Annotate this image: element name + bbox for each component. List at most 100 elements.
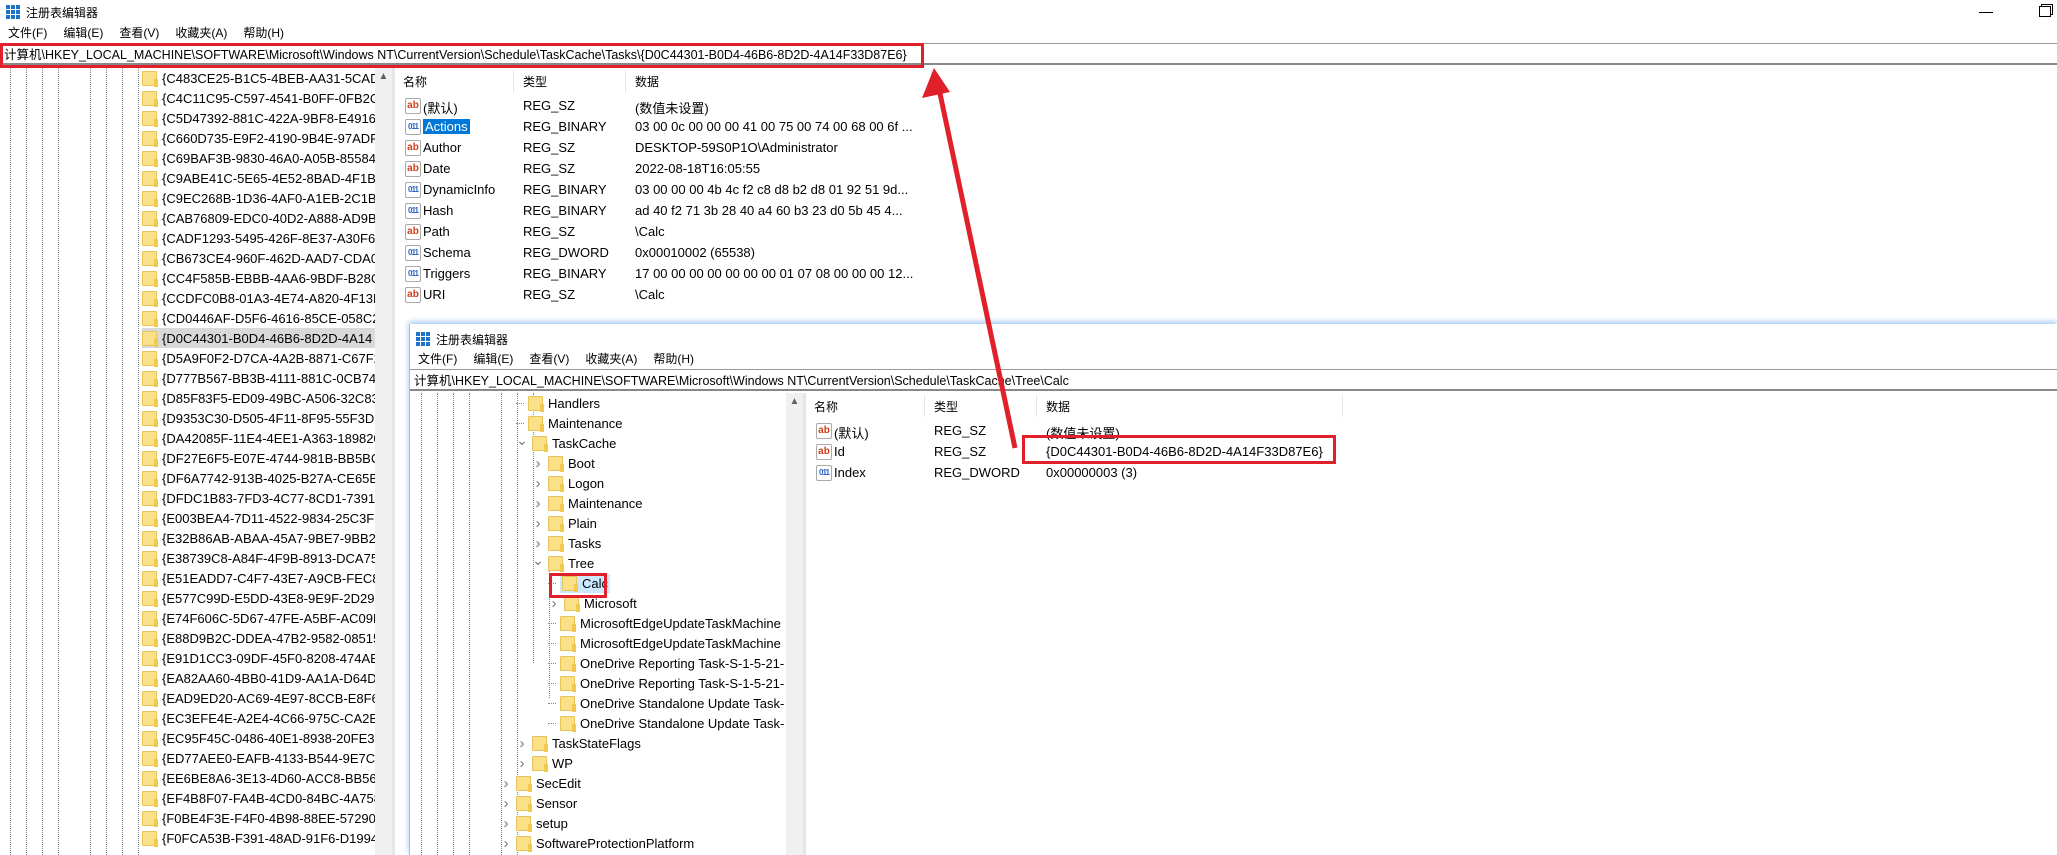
tree-item[interactable]: MicrosoftEdgeUpdateTaskMachine xyxy=(548,633,781,653)
tree-item[interactable]: {D9353C30-D505-4F11-8F95-55F3DI xyxy=(142,408,375,428)
column-data[interactable]: 数据 xyxy=(1046,398,1070,415)
tree-item[interactable]: {F0FCA53B-F391-48AD-91F6-D19948 xyxy=(142,828,375,848)
tree-item[interactable]: {CC4F585B-EBBB-4AA6-9BDF-B28C xyxy=(142,268,375,288)
tree-item[interactable]: {CADF1293-5495-426F-8E37-A30F69 xyxy=(142,228,375,248)
chevron-right-icon[interactable]: › xyxy=(516,755,528,772)
value-row[interactable]: 011 Actions REG_BINARY 03 00 0c 00 00 00 41… xyxy=(395,117,2057,138)
chevron-right-icon[interactable]: › xyxy=(532,475,544,492)
column-name[interactable]: 名称 xyxy=(814,398,838,415)
tree-item[interactable]: {C660D735-E9F2-4190-9B4E-97ADF xyxy=(142,128,375,148)
chevron-right-icon[interactable]: › xyxy=(532,495,544,512)
tree-item[interactable]: {E003BEA4-7D11-4522-9834-25C3F xyxy=(142,508,375,528)
tree-item[interactable]: › Plain xyxy=(532,513,597,533)
tree-item[interactable]: {E91D1CC3-09DF-45F0-8208-474AE xyxy=(142,648,375,668)
tree-item[interactable]: {D85F83F5-ED09-49BC-A506-32C83 xyxy=(142,388,375,408)
value-row[interactable]: ab (默认) REG_SZ (数值未设置) xyxy=(806,421,2057,442)
value-row[interactable]: 011 Schema REG_DWORD 0x00010002 (65538) xyxy=(395,243,2057,264)
tree-item[interactable]: › Logon xyxy=(532,473,604,493)
tree-item[interactable]: {CCDFC0B8-01A3-4E74-A820-4F13F xyxy=(142,288,375,308)
menu-favorites[interactable]: 收藏夹(A) xyxy=(167,24,235,41)
chevron-down-icon[interactable]: ⌄ xyxy=(516,432,528,449)
tree-item[interactable]: {E38739C8-A84F-4F9B-8913-DCA75 xyxy=(142,548,375,568)
tree-item[interactable]: Handlers xyxy=(516,393,600,413)
menu-file[interactable]: 文件(F) xyxy=(410,350,465,367)
tree-item[interactable]: › Boot xyxy=(532,453,595,473)
tree-item[interactable]: {EE6BE8A6-3E13-4D60-ACC8-BB56D xyxy=(142,768,375,788)
tree-item[interactable]: OneDrive Reporting Task-S-1-5-21- xyxy=(548,673,784,693)
value-row[interactable]: 011 Hash REG_BINARY ad 40 f2 71 3b 28 40 a4… xyxy=(395,201,2057,222)
tree-item[interactable]: {D0C44301-B0D4-46B6-8D2D-4A14 xyxy=(142,328,375,348)
chevron-right-icon[interactable]: › xyxy=(548,595,560,612)
chevron-right-icon[interactable]: › xyxy=(532,535,544,552)
column-type[interactable]: 类型 xyxy=(523,73,547,90)
tree-item[interactable]: ⌄ Tree xyxy=(532,552,594,573)
tree-item[interactable]: OneDrive Standalone Update Task- xyxy=(548,713,784,733)
value-row[interactable]: ab URI REG_SZ \Calc xyxy=(395,285,2057,306)
tree-item[interactable]: {C5D47392-881C-422A-9BF8-E4916 xyxy=(142,108,375,128)
chevron-right-icon[interactable]: › xyxy=(500,795,512,812)
tree-item[interactable]: {E51EADD7-C4F7-43E7-A9CB-FEC8E xyxy=(142,568,375,588)
chevron-right-icon[interactable]: › xyxy=(532,455,544,472)
tree-item[interactable]: {CB673CE4-960F-462D-AAD7-CDA0 xyxy=(142,248,375,268)
chevron-right-icon[interactable]: › xyxy=(532,515,544,532)
tree-item[interactable]: {EAD9ED20-AC69-4E97-8CCB-E8F62 xyxy=(142,688,375,708)
tree-item[interactable]: › TaskStateFlags xyxy=(516,733,641,753)
tree-item[interactable]: {D777B567-BB3B-4111-881C-0CB74 xyxy=(142,368,375,388)
tree-item[interactable]: {E88D9B2C-DDEA-47B2-9582-08515 xyxy=(142,628,375,648)
column-type[interactable]: 类型 xyxy=(934,398,958,415)
tree-item[interactable]: {CAB76809-EDC0-40D2-A888-AD9B xyxy=(142,208,375,228)
address-bar[interactable]: 计算机\HKEY_LOCAL_MACHINE\SOFTWARE\Microsof… xyxy=(0,43,2057,65)
address-bar[interactable]: 计算机\HKEY_LOCAL_MACHINE\SOFTWARE\Microsof… xyxy=(410,369,2057,391)
value-row[interactable]: ab Path REG_SZ \Calc xyxy=(395,222,2057,243)
value-row[interactable]: ab Id REG_SZ {D0C44301-B0D4-46B6-8D2D-4A14F… xyxy=(806,442,2057,463)
chevron-right-icon[interactable]: › xyxy=(500,815,512,832)
tree-item[interactable]: {C9EC268B-1D36-4AF0-A1EB-2C1BC xyxy=(142,188,375,208)
tree-item[interactable]: Calc xyxy=(548,573,611,593)
tree-item[interactable]: {EF4B8F07-FA4B-4CD0-84BC-4A758 xyxy=(142,788,375,808)
menu-edit[interactable]: 编辑(E) xyxy=(55,24,111,41)
tree-item[interactable]: {F0BE4F3E-F4F0-4B98-88EE-57290D xyxy=(142,808,375,828)
scroll-up-icon[interactable]: ▲ xyxy=(375,68,392,85)
column-data[interactable]: 数据 xyxy=(635,73,659,90)
tree-item[interactable]: › setup xyxy=(500,813,568,833)
chevron-right-icon[interactable]: › xyxy=(500,775,512,792)
tree-scrollbar[interactable]: ▲ xyxy=(786,393,803,855)
tree-item[interactable]: {E32B86AB-ABAA-45A7-9BE7-9BB2I xyxy=(142,528,375,548)
tree-item[interactable]: › SecEdit xyxy=(500,773,581,793)
menu-file[interactable]: 文件(F) xyxy=(0,24,55,41)
tree-item[interactable]: {C483CE25-B1C5-4BEB-AA31-5CAD xyxy=(142,68,375,88)
tree-item[interactable]: {EC95F45C-0486-40E1-8938-20FE3E xyxy=(142,728,375,748)
value-row[interactable]: 011 DynamicInfo REG_BINARY 03 00 00 00 4b 4… xyxy=(395,180,2057,201)
tree-item[interactable]: MicrosoftEdgeUpdateTaskMachine xyxy=(548,613,781,633)
column-name[interactable]: 名称 xyxy=(403,73,427,90)
tree-item[interactable]: › Maintenance xyxy=(532,493,642,513)
chevron-right-icon[interactable]: › xyxy=(516,735,528,752)
value-row[interactable]: ab Date REG_SZ 2022-08-18T16:05:55 xyxy=(395,159,2057,180)
tree-item[interactable]: {C69BAF3B-9830-46A0-A05B-85584 xyxy=(142,148,375,168)
value-row[interactable]: 011 Triggers REG_BINARY 17 00 00 00 00 00 0… xyxy=(395,264,2057,285)
value-row[interactable]: 011 Index REG_DWORD 0x00000003 (3) xyxy=(806,463,2057,484)
minimize-button[interactable] xyxy=(1979,12,1993,13)
value-row[interactable]: ab (默认) REG_SZ (数值未设置) xyxy=(395,96,2057,117)
tree-scrollbar[interactable]: ▲ xyxy=(375,68,392,855)
tree-item[interactable]: ⌄ TaskCache xyxy=(516,432,616,453)
tree-item[interactable]: {E74F606C-5D67-47FE-A5BF-AC09E xyxy=(142,608,375,628)
menu-favorites[interactable]: 收藏夹(A) xyxy=(577,350,645,367)
tree-item[interactable]: OneDrive Reporting Task-S-1-5-21- xyxy=(548,653,784,673)
chevron-down-icon[interactable]: ⌄ xyxy=(532,552,544,569)
tree-item[interactable]: › WP xyxy=(516,753,573,773)
value-row[interactable]: ab Author REG_SZ DESKTOP-59S0P1O\Administra… xyxy=(395,138,2057,159)
tree-item[interactable]: › Tasks xyxy=(532,533,601,553)
tree-item[interactable]: {C9ABE41C-5E65-4E52-8BAD-4F1BC xyxy=(142,168,375,188)
menu-view[interactable]: 查看(V) xyxy=(111,24,167,41)
tree-item[interactable]: {EC3EFE4E-A2E4-4C66-975C-CA2EFI xyxy=(142,708,375,728)
tree-item[interactable]: {E577C99D-E5DD-43E8-9E9F-2D291 xyxy=(142,588,375,608)
tree-item[interactable]: › SoftwareProtectionPlatform xyxy=(500,833,694,853)
restore-button[interactable] xyxy=(2039,6,2051,17)
tree-item[interactable]: {DF6A7742-913B-4025-B27A-CE65B xyxy=(142,468,375,488)
tree-item[interactable]: {CD0446AF-D5F6-4616-85CE-058C2 xyxy=(142,308,375,328)
tree-item[interactable]: {DA42085F-11E4-4EE1-A363-189820 xyxy=(142,428,375,448)
tree-item[interactable]: › Sensor xyxy=(500,793,577,813)
menu-help[interactable]: 帮助(H) xyxy=(235,24,292,41)
tree-item[interactable]: {DFDC1B83-7FD3-4C77-8CD1-7391D xyxy=(142,488,375,508)
